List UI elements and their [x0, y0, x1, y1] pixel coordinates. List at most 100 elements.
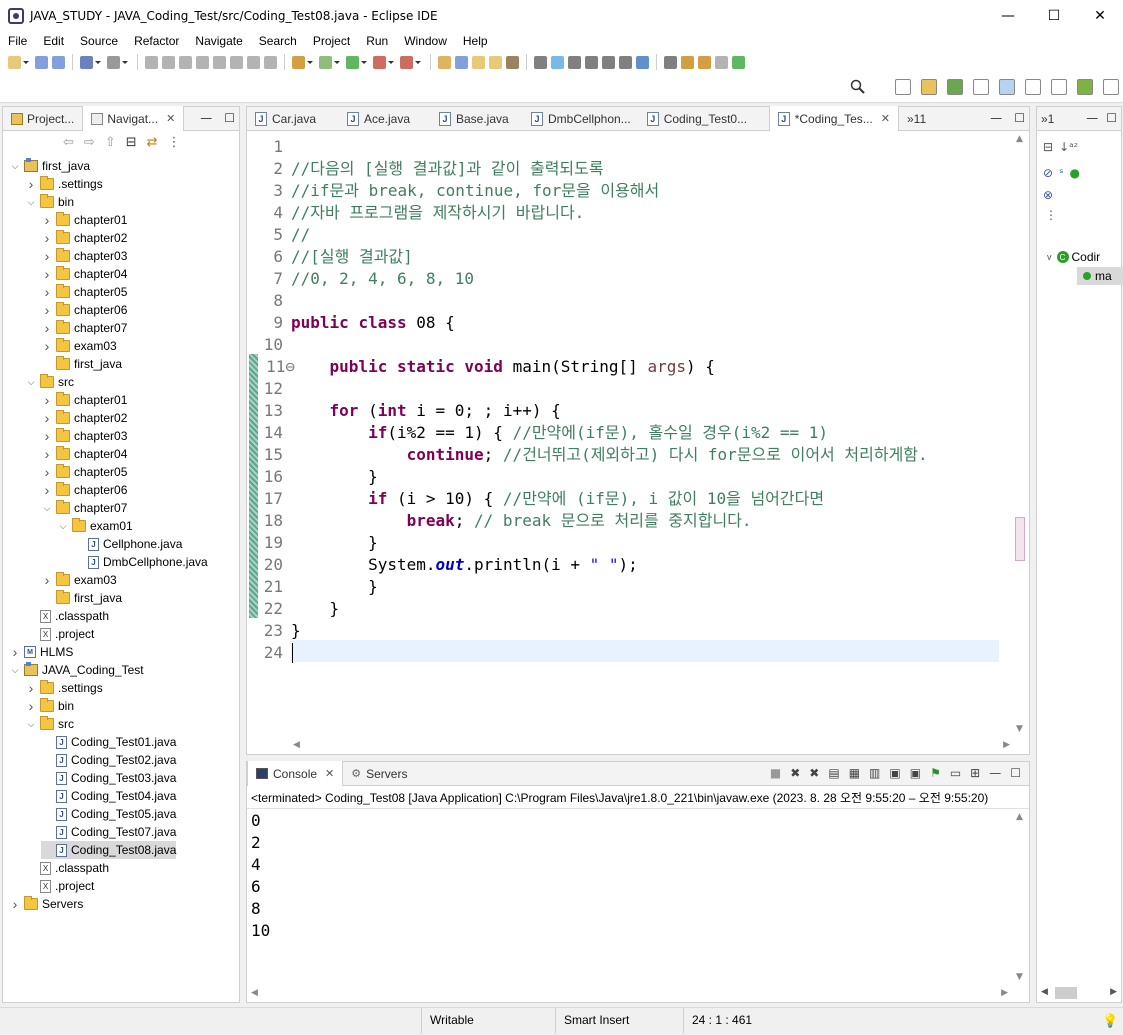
chevron-right-icon[interactable]: ›: [41, 410, 53, 426]
tab-outline-overflow[interactable]: »1: [1037, 107, 1058, 131]
tree-item[interactable]: › exam03: [41, 337, 117, 355]
tree-item[interactable]: › M HLMS: [9, 643, 74, 661]
dropdown-icon[interactable]: [95, 54, 102, 70]
view-menu-icon[interactable]: ⋮: [168, 135, 181, 150]
terminate-icon[interactable]: ■: [770, 766, 781, 780]
resume-icon[interactable]: [145, 55, 158, 69]
console-horizontal-scrollbar[interactable]: ◀ ▶: [247, 984, 1012, 1002]
chevron-right-icon[interactable]: ›: [9, 896, 21, 912]
minimize-button[interactable]: —: [985, 0, 1031, 31]
tab-project-explorer[interactable]: Project...: [3, 107, 82, 131]
collapse-all-icon[interactable]: ⊟: [1043, 140, 1053, 154]
chevron-right-icon[interactable]: ›: [41, 320, 53, 336]
forward-arrow-icon[interactable]: ⇨: [84, 135, 95, 150]
tree-item[interactable]: › chapter06: [41, 301, 127, 319]
tree-item[interactable]: first_java: [41, 589, 122, 607]
tree-item[interactable]: › bin: [25, 697, 74, 715]
close-icon[interactable]: ✕: [881, 112, 890, 125]
step-into-icon[interactable]: [213, 55, 226, 69]
minimize-view-icon[interactable]: —: [989, 766, 1001, 780]
tree-item[interactable]: › chapter03: [41, 247, 127, 265]
code-line[interactable]: break; // break 문으로 처리를 중지합니다.: [291, 510, 752, 532]
console-output[interactable]: 0 2 4 6 8 10: [247, 810, 1012, 984]
code-line[interactable]: }: [291, 620, 301, 642]
chevron-right-icon[interactable]: ›: [41, 428, 53, 444]
display-console-icon[interactable]: ▭: [950, 766, 961, 780]
chevron-right-icon[interactable]: ›: [25, 698, 37, 714]
columns-icon[interactable]: [1051, 79, 1067, 95]
chevron-right-icon[interactable]: ›: [41, 464, 53, 480]
show-on-stderr-icon[interactable]: ▣: [910, 766, 921, 780]
dropdown-icon[interactable]: [388, 54, 395, 70]
java-perspective-icon[interactable]: [999, 79, 1015, 95]
dropdown-icon[interactable]: [23, 54, 30, 70]
maximize-view-icon[interactable]: ☐: [224, 111, 235, 125]
tree-item[interactable]: J Coding_Test07.java: [41, 823, 176, 841]
maximize-view-icon[interactable]: ☐: [1010, 766, 1021, 780]
editor-vertical-scrollbar[interactable]: ▲ ▼: [1012, 132, 1029, 736]
tree-item[interactable]: › chapter05: [41, 283, 127, 301]
tree-item[interactable]: ⌵ exam01: [57, 517, 133, 535]
tree-item[interactable]: J Cellphone.java: [73, 535, 182, 553]
menu-refactor[interactable]: Refactor: [126, 34, 187, 48]
chevron-right-icon[interactable]: ›: [41, 392, 53, 408]
chevron-right-icon[interactable]: ›: [41, 572, 53, 588]
step-over-icon[interactable]: [230, 55, 243, 69]
search-icon[interactable]: [850, 79, 866, 95]
minimize-view-icon[interactable]: —: [200, 111, 212, 125]
forward-icon[interactable]: [732, 55, 745, 69]
link-with-editor-icon[interactable]: ⇄: [147, 135, 158, 150]
tree-item[interactable]: X .project: [25, 877, 94, 895]
layout-icon[interactable]: [1025, 79, 1041, 95]
scroll-thumb[interactable]: [1015, 517, 1025, 561]
show-whitespace-icon[interactable]: [619, 55, 632, 69]
tree-item[interactable]: J DmbCellphone.java: [73, 553, 208, 571]
menu-project[interactable]: Project: [305, 34, 358, 48]
editor-horizontal-scrollbar[interactable]: ◀ ▶: [291, 736, 1012, 754]
tree-item[interactable]: › chapter05: [41, 463, 127, 481]
chevron-right-icon[interactable]: ›: [41, 230, 53, 246]
annotation-icon[interactable]: [551, 55, 564, 69]
pin-icon[interactable]: [664, 55, 677, 69]
drop-to-frame-icon[interactable]: [264, 55, 277, 69]
tree-item[interactable]: ⌵ JAVA_Coding_Test: [9, 661, 144, 679]
tree-item[interactable]: first_java: [41, 355, 122, 373]
hide-fields-icon[interactable]: ⊘: [1043, 166, 1053, 180]
dropdown-icon[interactable]: [415, 54, 422, 70]
debug-perspective-icon[interactable]: [947, 79, 963, 95]
new-icon[interactable]: [8, 55, 21, 69]
minimize-view-icon[interactable]: —: [1086, 111, 1098, 125]
minimize-view-icon[interactable]: —: [990, 111, 1002, 125]
debug-icon[interactable]: [319, 55, 332, 69]
dropdown-icon[interactable]: [361, 54, 368, 70]
tree-item[interactable]: › .settings: [25, 175, 103, 193]
external-tools-icon[interactable]: [400, 55, 413, 69]
java-ee-perspective-icon[interactable]: [921, 79, 937, 95]
chevron-right-icon[interactable]: ›: [41, 266, 53, 282]
tab-navigator[interactable]: Navigat... ✕: [82, 106, 185, 131]
editor-tab[interactable]: J Car.java: [247, 107, 339, 131]
code-line[interactable]: public static void main(String[] args) {: [291, 356, 715, 378]
collapse-all-icon[interactable]: ⊟: [126, 135, 137, 150]
suspend-icon[interactable]: [162, 55, 175, 69]
chevron-right-icon[interactable]: ›: [41, 446, 53, 462]
maximize-view-icon[interactable]: ☐: [1014, 111, 1025, 125]
code-line[interactable]: continue; //건너뛰고(제외하고) 다시 for문으로 이어서 처리하…: [291, 444, 928, 466]
pin-console-icon[interactable]: ⚑: [930, 766, 941, 780]
open-type-icon[interactable]: [506, 55, 519, 69]
clear-console-icon[interactable]: ▤: [828, 766, 839, 780]
chevron-down-icon[interactable]: ⌵: [25, 377, 37, 388]
tree-item[interactable]: ⌵ first_java: [9, 157, 90, 175]
tree-item[interactable]: › chapter04: [41, 445, 127, 463]
tree-item[interactable]: J Coding_Test01.java: [41, 733, 176, 751]
menu-help[interactable]: Help: [455, 34, 496, 48]
open-task-icon[interactable]: [534, 55, 547, 69]
dropdown-icon[interactable]: [307, 54, 314, 70]
highlight-icon[interactable]: [568, 55, 581, 69]
outline-class-item[interactable]: v C Codir: [1047, 250, 1100, 264]
last-edit-icon[interactable]: [698, 55, 711, 69]
tree-item[interactable]: J Coding_Test03.java: [41, 769, 176, 787]
code-line[interactable]: //0, 2, 4, 6, 8, 10: [291, 268, 474, 290]
outline-method-item[interactable]: ma: [1077, 267, 1123, 285]
close-icon[interactable]: ✕: [166, 112, 175, 125]
